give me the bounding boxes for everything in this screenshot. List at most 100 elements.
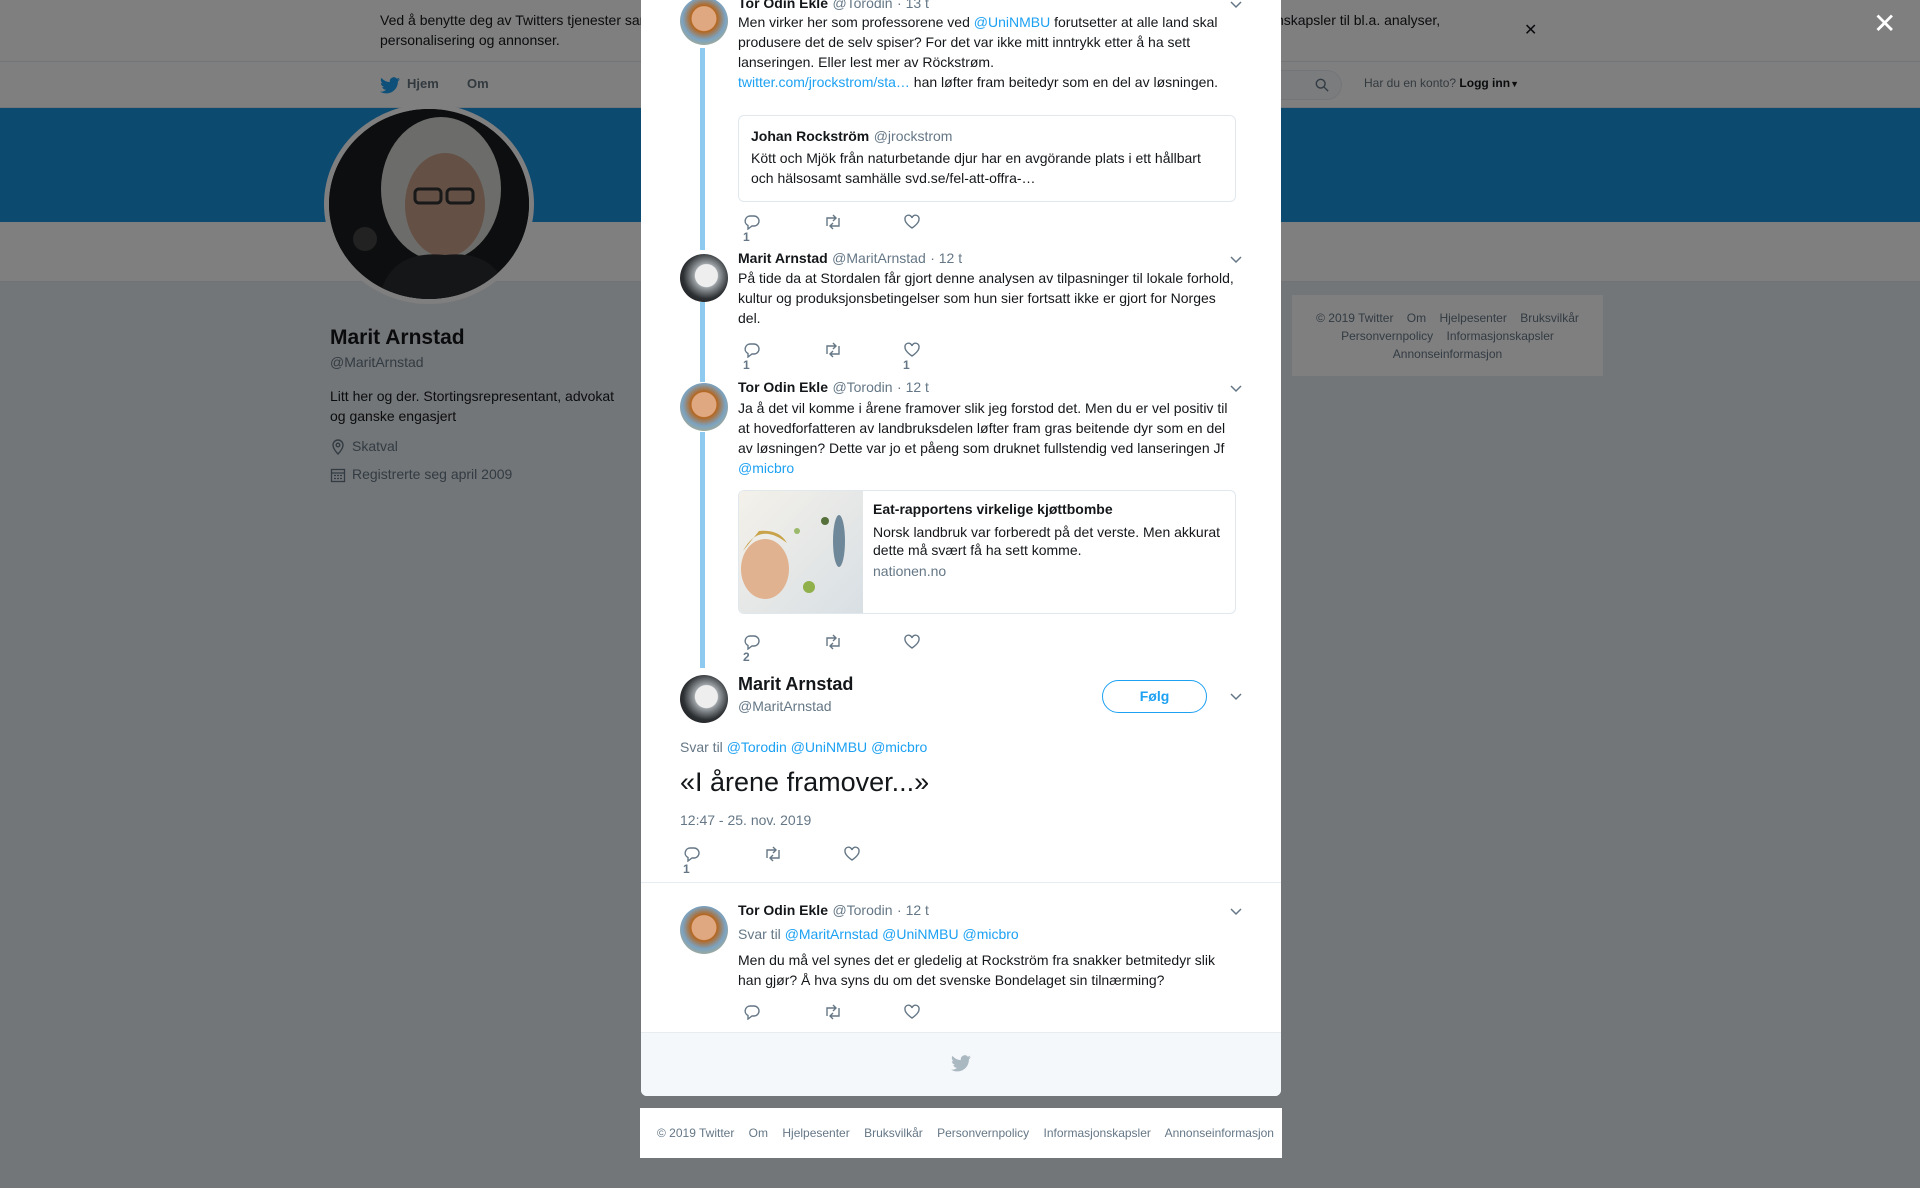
quote-author-handle: @jrockstrom: [873, 128, 953, 144]
tweet-text: Ja å det vil komme i årene framover slik…: [738, 400, 1228, 476]
mention-link[interactable]: @UniNMBU: [974, 14, 1050, 30]
main-tweet-author-name[interactable]: Marit Arnstad: [738, 674, 853, 695]
card-title: Eat-rapportens virkelige kjøttbombe: [873, 501, 1113, 517]
retweet-button[interactable]: [823, 214, 843, 230]
mention-link[interactable]: @UniNMBU: [791, 739, 867, 755]
reply-icon: [744, 215, 760, 231]
card-domain: nationen.no: [873, 563, 947, 579]
tweet-time[interactable]: · 12 t: [897, 902, 929, 918]
heart-icon: [904, 342, 920, 357]
tweet-time[interactable]: · 12 t: [930, 250, 962, 266]
reply-button[interactable]: 1: [743, 214, 761, 244]
url-link[interactable]: twitter.com/jrockstrom/sta…: [738, 74, 910, 90]
tweet-author-handle[interactable]: @Torodin: [832, 379, 892, 395]
reply-count: 1: [743, 230, 750, 244]
retweet-button[interactable]: [823, 342, 843, 358]
tweet-time[interactable]: · 12 t: [897, 379, 929, 395]
thread-line: [700, 302, 705, 382]
card-description: Norsk landbruk var forberedt på det vers…: [873, 524, 1221, 558]
reply-count: 2: [743, 650, 750, 664]
thread-line: [700, 432, 705, 668]
reply-count: 1: [743, 358, 750, 372]
retweet-icon: [766, 846, 780, 862]
reply-icon: [744, 1005, 760, 1021]
tweet-author-name[interactable]: Tor Odin Ekle: [738, 902, 828, 918]
chevron-down-icon[interactable]: [1229, 907, 1243, 917]
main-tweet-datetime[interactable]: 12:47 - 25. nov. 2019: [680, 812, 811, 828]
like-count: 1: [903, 358, 910, 372]
heart-icon: [904, 1004, 920, 1019]
heart-icon: [904, 634, 920, 649]
chevron-down-icon[interactable]: [1229, 384, 1243, 394]
footer-link[interactable]: Informasjonskapsler: [1044, 1126, 1151, 1140]
tweet-time[interactable]: · 13 t: [897, 0, 929, 11]
reply-to-line: Svar til @MaritArnstad @UniNMBU @micbro: [738, 926, 1019, 942]
tweet-header: Tor Odin Ekle @Torodin · 12 t: [738, 379, 929, 397]
mention-link[interactable]: @MaritArnstad: [785, 926, 879, 942]
chevron-down-icon[interactable]: [1229, 255, 1243, 265]
tweet-modal: Tor Odin Ekle @Torodin · 13 t Men virker…: [641, 0, 1281, 1096]
retweet-icon: [826, 1004, 840, 1020]
like-button[interactable]: 1: [903, 342, 921, 372]
page-footer: © 2019 Twitter Om Hjelpesenter Bruksvilk…: [640, 1108, 1282, 1158]
tweet-text: Men du må vel synes det er gledelig at R…: [738, 952, 1215, 988]
like-button[interactable]: [903, 1004, 921, 1020]
footer-link[interactable]: Annonseinformasjon: [1165, 1126, 1274, 1140]
retweet-icon: [826, 634, 840, 650]
quote-author-name: Johan Rockström: [751, 128, 870, 144]
avatar[interactable]: [680, 675, 728, 723]
tweet-author-handle[interactable]: @Torodin: [832, 0, 892, 11]
link-card[interactable]: Eat-rapportens virkelige kjøttbombe Nors…: [738, 490, 1236, 614]
avatar[interactable]: [680, 0, 728, 45]
like-button[interactable]: [903, 634, 921, 650]
footer-link[interactable]: © 2019 Twitter: [657, 1126, 734, 1140]
card-image: [739, 491, 863, 613]
divider: [641, 882, 1281, 883]
reply-icon: [744, 343, 760, 359]
tweet-author-name[interactable]: Marit Arnstad: [738, 250, 828, 266]
reply-button[interactable]: 1: [683, 846, 701, 876]
footer-link[interactable]: Bruksvilkår: [864, 1126, 923, 1140]
mention-link[interactable]: @UniNMBU: [882, 926, 958, 942]
chevron-down-icon[interactable]: [1229, 0, 1243, 10]
footer-link[interactable]: Hjelpesenter: [782, 1126, 849, 1140]
footer-link[interactable]: Personvernpolicy: [937, 1126, 1029, 1140]
mention-link[interactable]: @Torodin: [727, 739, 787, 755]
tweet-text: Men virker her som professorene ved @Uni…: [738, 14, 1219, 90]
footer-link[interactable]: Om: [749, 1126, 768, 1140]
quote-text: Kött och Mjök från naturbetande djur har…: [751, 150, 1201, 186]
tweet-author-name[interactable]: Tor Odin Ekle: [738, 0, 828, 11]
tweet-text: På tide da at Stordalen får gjort denne …: [738, 270, 1234, 326]
tweet-author-handle[interactable]: @Torodin: [832, 902, 892, 918]
heart-icon: [844, 846, 860, 861]
avatar[interactable]: [680, 383, 728, 431]
heart-icon: [904, 214, 920, 229]
mention-link[interactable]: @micbro: [871, 739, 927, 755]
main-tweet-text: «I årene framover...»: [680, 767, 930, 797]
retweet-button[interactable]: [823, 634, 843, 650]
retweet-icon: [826, 342, 840, 358]
like-button[interactable]: [843, 846, 861, 862]
mention-link[interactable]: @micbro: [963, 926, 1019, 942]
main-tweet-author-handle[interactable]: @MaritArnstad: [738, 698, 832, 714]
tweet-author-name[interactable]: Tor Odin Ekle: [738, 379, 828, 395]
avatar[interactable]: [680, 906, 728, 954]
retweet-icon: [826, 214, 840, 230]
like-button[interactable]: [903, 214, 921, 230]
reply-button[interactable]: [743, 1004, 761, 1021]
mention-link[interactable]: @micbro: [738, 460, 794, 476]
modal-footer: [641, 1032, 1281, 1096]
reply-button[interactable]: 2: [743, 634, 761, 664]
reply-button[interactable]: 1: [743, 342, 761, 372]
chevron-down-icon[interactable]: [1229, 692, 1243, 702]
close-icon[interactable]: ✕: [1873, 10, 1896, 38]
retweet-button[interactable]: [823, 1004, 843, 1020]
retweet-button[interactable]: [763, 846, 783, 862]
tweet-header: Tor Odin Ekle @Torodin · 12 t: [738, 902, 929, 920]
tweet-header: Marit Arnstad @MaritArnstad · 12 t: [738, 250, 962, 268]
reply-icon: [744, 635, 760, 651]
avatar[interactable]: [680, 254, 728, 302]
quoted-tweet[interactable]: Johan Rockström @jrockstrom Kött och Mjö…: [738, 115, 1236, 202]
tweet-author-handle[interactable]: @MaritArnstad: [832, 250, 926, 266]
follow-button[interactable]: Følg: [1102, 680, 1207, 713]
